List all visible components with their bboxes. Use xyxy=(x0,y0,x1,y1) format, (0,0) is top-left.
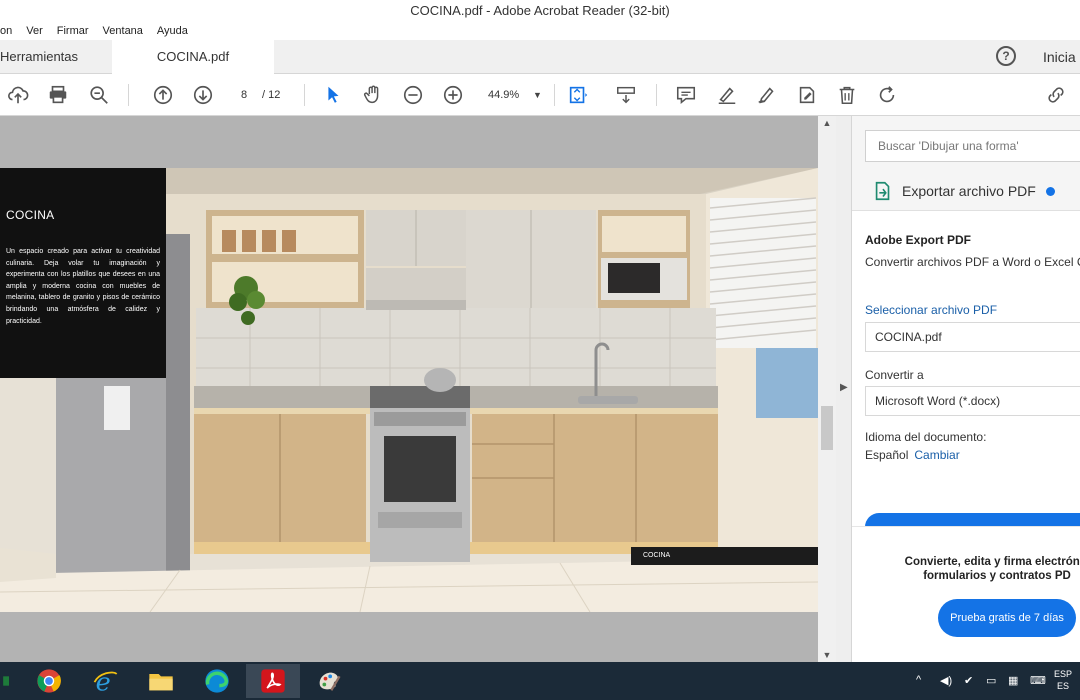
card-title: Adobe Export PDF xyxy=(865,233,972,247)
chevron-right-icon[interactable]: ▶ xyxy=(840,382,848,393)
scroll-down-icon[interactable]: ▼ xyxy=(818,650,836,660)
select-cursor-icon[interactable] xyxy=(321,83,345,107)
zoom-in-icon[interactable] xyxy=(441,83,465,107)
menu-item-edit[interactable]: on xyxy=(0,22,12,40)
promo-text: Convierte, edita y firma electrónic form… xyxy=(852,555,1080,583)
change-language-link[interactable]: Cambiar xyxy=(914,448,959,462)
menu-bar: on Ver Firmar Ventana Ayuda xyxy=(0,22,1080,40)
card-subtitle: Convertir archivos PDF a Word o Excel C xyxy=(865,255,1080,269)
edge-browser-icon[interactable] xyxy=(190,664,244,698)
scrollbar-thumb[interactable] xyxy=(821,406,833,450)
menu-item-window[interactable]: Ventana xyxy=(103,22,143,40)
menu-item-sign[interactable]: Firmar xyxy=(57,22,89,40)
toolbar-divider xyxy=(304,84,305,106)
language-code: ESP xyxy=(1054,669,1073,679)
pdf-heading: COCINA xyxy=(6,208,55,222)
svg-text:e: e xyxy=(96,667,111,695)
vertical-scrollbar[interactable]: ▲ ▼ xyxy=(818,116,836,662)
page-total: / 12 xyxy=(262,89,281,101)
print-icon[interactable] xyxy=(46,83,70,107)
language-region: ES xyxy=(1057,681,1070,691)
help-icon[interactable]: ? xyxy=(996,46,1016,66)
previous-page-icon[interactable] xyxy=(151,83,175,107)
chrome-icon[interactable] xyxy=(22,664,76,698)
free-trial-button[interactable]: Prueba gratis de 7 días xyxy=(938,599,1076,637)
document-language: Español Cambiar xyxy=(865,448,960,462)
rotate-icon[interactable] xyxy=(875,83,899,107)
promo-line-1: Convierte, edita y firma electrónic xyxy=(904,556,1080,568)
pdf-footer-label: COCINA xyxy=(631,547,818,565)
input-language[interactable]: ESP ES xyxy=(1054,668,1072,692)
promo-section: Convierte, edita y firma electrónic form… xyxy=(852,526,1080,662)
page-number-input[interactable]: 8 xyxy=(230,84,258,106)
toolbar-divider xyxy=(656,84,657,106)
export-pdf-card: Adobe Export PDF Convertir archivos PDF … xyxy=(852,211,1080,527)
export-pdf-icon xyxy=(875,181,890,201)
cloud-upload-icon[interactable] xyxy=(6,83,30,107)
internet-explorer-icon[interactable]: e xyxy=(78,664,132,698)
export-pdf-header[interactable]: Exportar archivo PDF xyxy=(872,180,1055,202)
select-file-link[interactable]: Seleccionar archivo PDF xyxy=(865,303,997,317)
link-icon[interactable] xyxy=(1044,83,1068,107)
security-check-icon[interactable]: ✔ xyxy=(964,674,973,687)
edit-document-icon[interactable] xyxy=(795,83,819,107)
pdf-text-panel: COCINA Un espacio creado para activar tu… xyxy=(0,168,166,378)
menu-item-help[interactable]: Ayuda xyxy=(157,22,188,40)
acrobat-reader-icon[interactable] xyxy=(246,664,300,698)
convert-format-select[interactable]: Microsoft Word (*.docx) xyxy=(865,386,1080,416)
tools-search-input[interactable]: Buscar 'Dibujar una forma' xyxy=(865,130,1080,162)
info-dot-icon xyxy=(1045,186,1055,196)
paint-icon[interactable] xyxy=(302,664,356,698)
signin-link[interactable]: Inicia xyxy=(1043,40,1076,74)
taskbar-app-edge[interactable] xyxy=(0,664,18,698)
chevron-down-icon[interactable]: ▼ xyxy=(533,84,542,106)
window-title: COCINA.pdf - Adobe Acrobat Reader (32-bi… xyxy=(0,0,1080,22)
tray-chevron-up-icon[interactable]: ^ xyxy=(916,674,921,686)
menu-item-view[interactable]: Ver xyxy=(26,22,43,40)
toolbar-divider xyxy=(554,84,555,106)
delete-icon[interactable] xyxy=(835,83,859,107)
pdf-page: COCINA Un espacio creado para activar tu… xyxy=(0,168,818,612)
tab-document-label: COCINA.pdf xyxy=(156,49,230,64)
highlight-pen-icon[interactable] xyxy=(715,83,739,107)
scroll-mode-icon[interactable] xyxy=(614,83,638,107)
right-tools-panel: Buscar 'Dibujar una forma' Exportar arch… xyxy=(852,116,1080,662)
main-toolbar: 8 / 12 44.9% ▼ xyxy=(0,74,1080,116)
network-icon[interactable]: ▦ xyxy=(1008,674,1018,687)
sign-icon[interactable] xyxy=(755,83,779,107)
pdf-body-text: Un espacio creado para activar tu creati… xyxy=(6,248,160,325)
toolbar-divider xyxy=(128,84,129,106)
keyboard-icon[interactable]: ⌨ xyxy=(1030,674,1046,687)
hand-tool-icon[interactable] xyxy=(361,83,385,107)
tab-bar: Herramientas COCINA.pdf ? Inicia xyxy=(0,40,1080,74)
comment-icon[interactable] xyxy=(674,83,698,107)
volume-icon[interactable]: ◀) xyxy=(940,674,952,687)
tab-tools[interactable]: Herramientas xyxy=(0,40,112,74)
convert-button[interactable] xyxy=(865,513,1080,527)
promo-line-2: formularios y contratos PD xyxy=(923,570,1071,582)
convert-to-label: Convertir a xyxy=(865,368,924,382)
zoom-out-icon[interactable] xyxy=(401,83,425,107)
scroll-up-icon[interactable]: ▲ xyxy=(818,118,836,128)
language-value: Español xyxy=(865,448,909,462)
next-page-icon[interactable] xyxy=(191,83,215,107)
battery-icon[interactable]: ▭ xyxy=(986,674,996,687)
document-language-label: Idioma del documento: xyxy=(865,430,987,444)
page-fit-icon[interactable] xyxy=(566,83,590,107)
selected-file-field[interactable]: COCINA.pdf xyxy=(865,322,1080,352)
tab-document[interactable]: COCINA.pdf xyxy=(112,40,274,74)
windows-taskbar: e ^ ◀) ✔ ▭ ▦ ⌨ ESP ES xyxy=(0,662,1080,700)
panel-splitter[interactable]: ▶ xyxy=(836,116,852,662)
export-pdf-label: Exportar archivo PDF xyxy=(902,183,1036,199)
zoom-out-search-icon[interactable] xyxy=(87,83,111,107)
file-explorer-icon[interactable] xyxy=(134,664,188,698)
